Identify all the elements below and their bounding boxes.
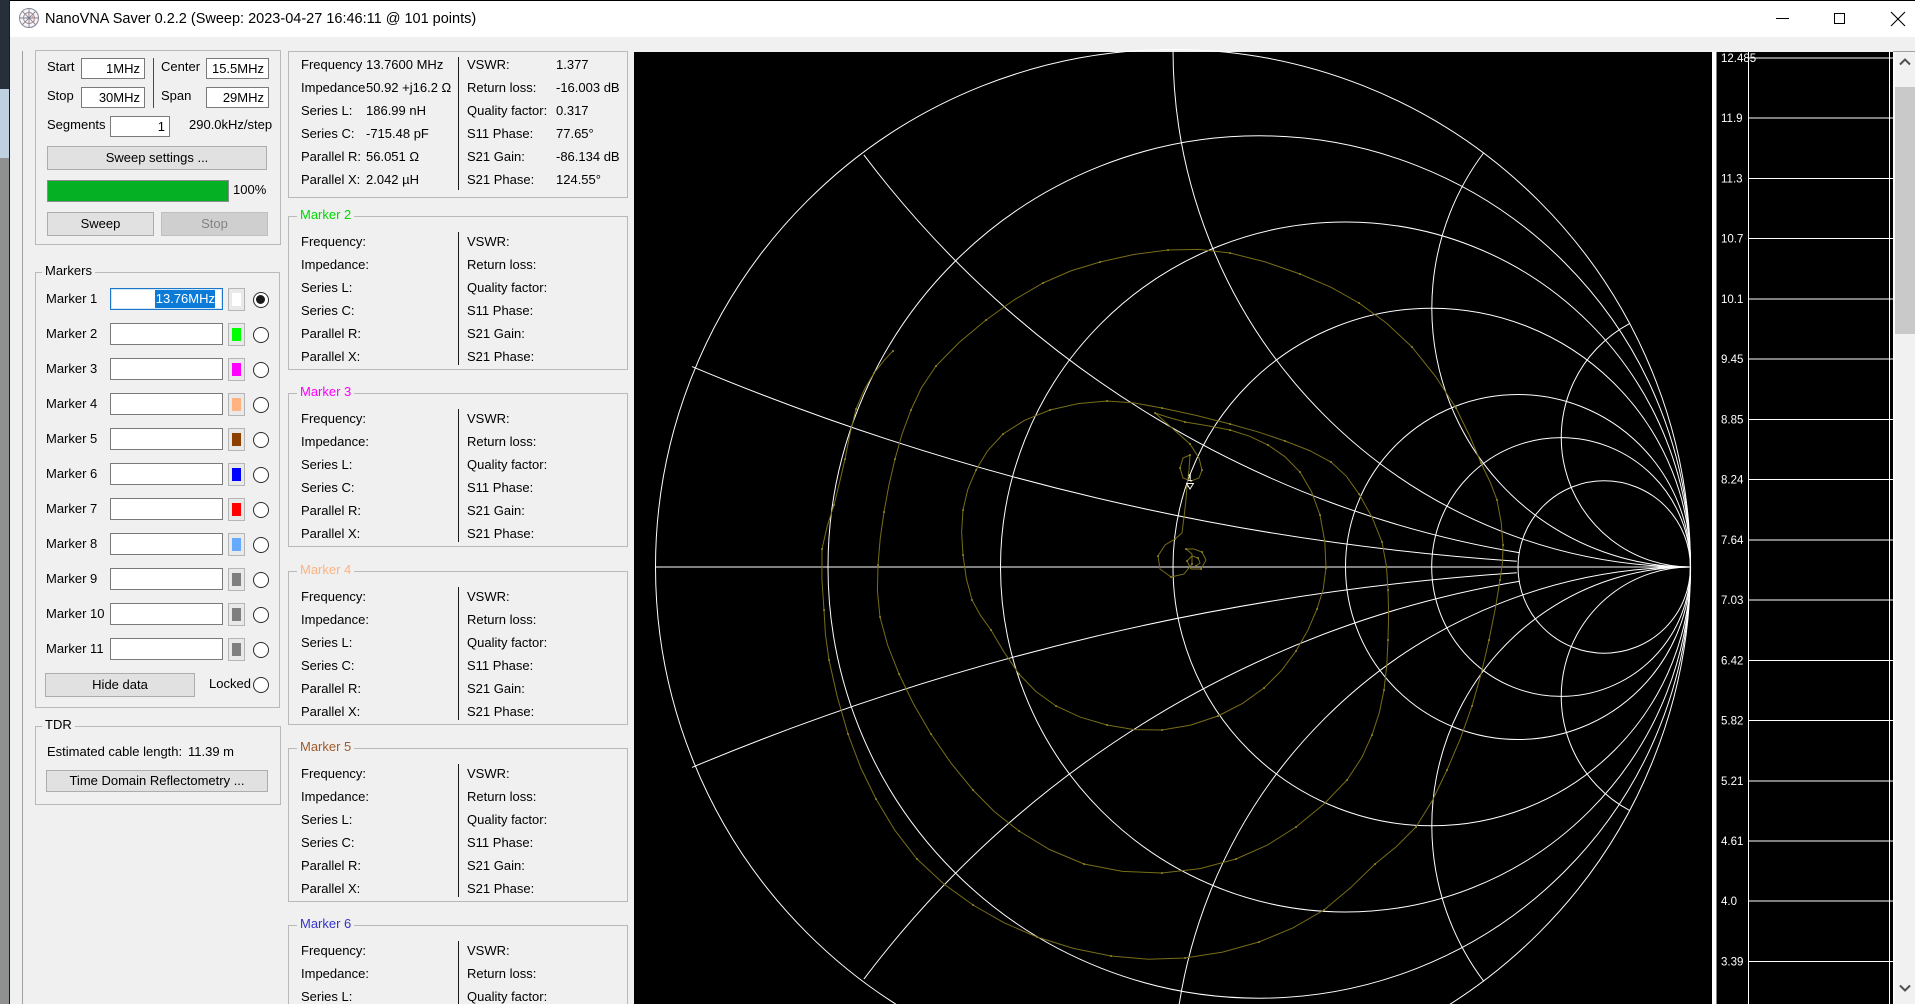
svg-text:7.64: 7.64 bbox=[1721, 535, 1744, 547]
svg-text:7.03: 7.03 bbox=[1721, 595, 1743, 607]
svg-text:10.1: 10.1 bbox=[1721, 294, 1743, 306]
svg-text:1: 1 bbox=[1187, 473, 1193, 484]
svg-text:8.24: 8.24 bbox=[1721, 475, 1744, 487]
svg-text:11.3: 11.3 bbox=[1721, 174, 1743, 186]
svg-text:5.21: 5.21 bbox=[1721, 776, 1743, 788]
svg-text:3.39: 3.39 bbox=[1721, 956, 1743, 968]
svg-text:12.485: 12.485 bbox=[1721, 53, 1756, 65]
svg-text:8.85: 8.85 bbox=[1721, 414, 1743, 426]
svg-text:9.45: 9.45 bbox=[1721, 354, 1743, 366]
svg-text:5.82: 5.82 bbox=[1721, 716, 1743, 728]
svg-text:6.42: 6.42 bbox=[1721, 655, 1743, 667]
svg-text:11.9: 11.9 bbox=[1721, 113, 1743, 125]
svg-text:4.61: 4.61 bbox=[1721, 836, 1743, 848]
svg-text:10.7: 10.7 bbox=[1721, 234, 1743, 246]
svg-text:4.0: 4.0 bbox=[1721, 896, 1737, 908]
